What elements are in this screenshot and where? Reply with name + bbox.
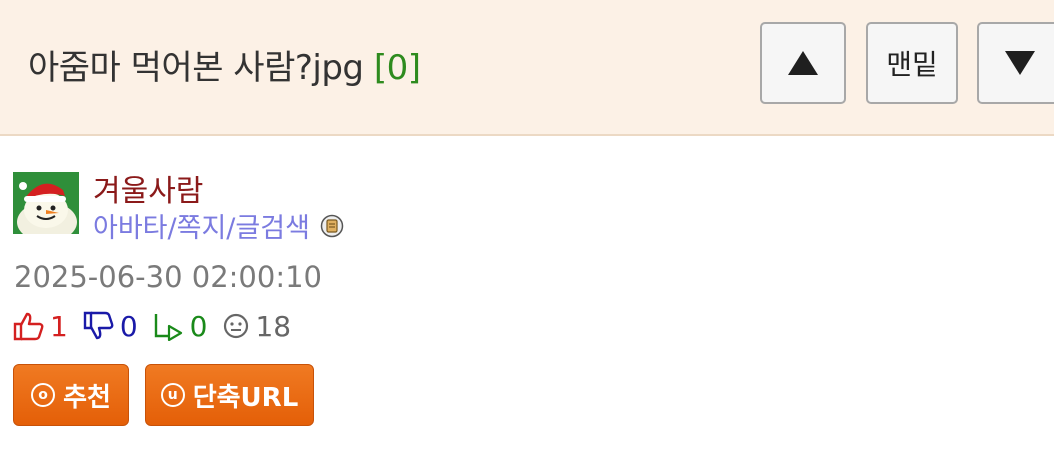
post-datetime: 2025-06-30 02:00:10 bbox=[14, 260, 322, 294]
downvote-count: 0 bbox=[119, 309, 138, 343]
triangle-down-icon bbox=[1005, 51, 1035, 75]
recommend-label: 추천 bbox=[63, 382, 111, 413]
post-title: 아줌마 먹어본 사람?jpg [0] bbox=[28, 40, 421, 89]
reply-stat: 0 bbox=[152, 309, 208, 343]
circle-o-icon: o bbox=[31, 383, 56, 407]
shorturl-button[interactable]: u 단축URL bbox=[145, 364, 314, 426]
reply-count: 0 bbox=[189, 309, 208, 343]
author-name[interactable]: 겨울사람 bbox=[93, 166, 203, 210]
recommend-button[interactable]: o 추천 bbox=[13, 364, 129, 426]
upvote-count: 1 bbox=[50, 309, 68, 343]
post-stats: 1 0 0 18 bbox=[12, 308, 305, 344]
scroll-bottom-label: 맨밑 bbox=[886, 48, 938, 81]
comment-count[interactable]: [0] bbox=[374, 48, 421, 88]
views-stat: 18 bbox=[221, 310, 291, 343]
snowman-avatar-icon bbox=[13, 172, 79, 234]
triangle-up-icon bbox=[788, 51, 818, 75]
reply-arrow-icon bbox=[154, 314, 182, 341]
scroll-bottom-button[interactable]: 맨밑 bbox=[866, 22, 958, 104]
scroll-down-button[interactable] bbox=[977, 22, 1054, 104]
thumbs-down-icon bbox=[83, 311, 114, 340]
view-count: 18 bbox=[255, 309, 292, 343]
post-header: 아줌마 먹어본 사람?jpg [0] 맨밑 bbox=[0, 0, 1054, 136]
smiley-icon bbox=[224, 313, 249, 339]
downvote-stat: 0 bbox=[82, 310, 138, 343]
note-icon[interactable] bbox=[320, 214, 344, 238]
thumbs-up-icon bbox=[13, 312, 44, 341]
avatar[interactable] bbox=[13, 172, 79, 234]
scroll-top-button[interactable] bbox=[760, 22, 846, 104]
upvote-stat: 1 bbox=[12, 310, 68, 343]
author-links: 아바타/쪽지/글검색 bbox=[93, 206, 344, 245]
author-links-text[interactable]: 아바타/쪽지/글검색 bbox=[93, 206, 310, 245]
post-title-text: 아줌마 먹어본 사람?jpg bbox=[28, 48, 364, 88]
shorturl-label: 단축URL bbox=[192, 382, 299, 413]
circle-u-icon: u bbox=[160, 383, 185, 407]
